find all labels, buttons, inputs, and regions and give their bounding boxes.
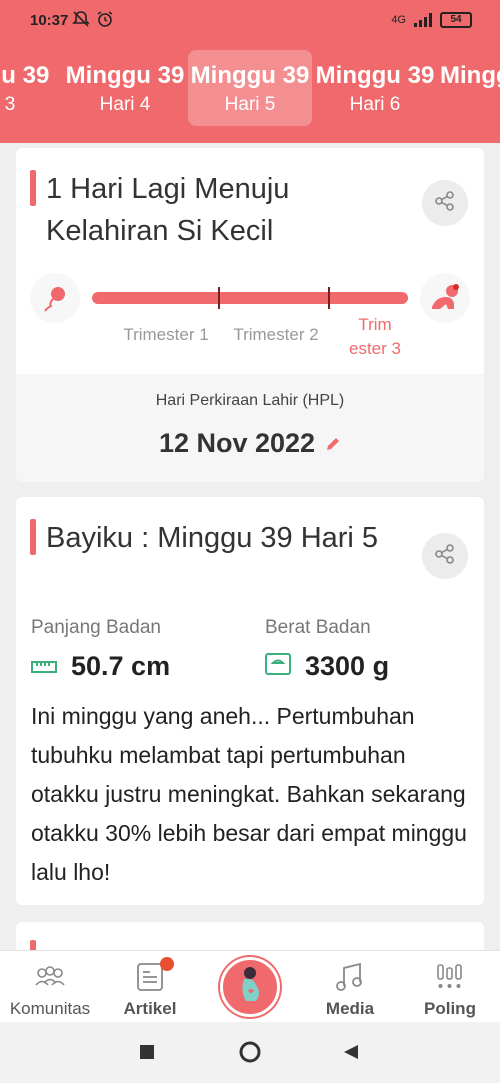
status-time: 10:37 (30, 12, 69, 29)
back-icon[interactable] (343, 1044, 359, 1065)
hpl-date[interactable]: 12 Nov 2022 (159, 428, 341, 459)
share-button[interactable] (422, 180, 468, 226)
music-note-icon (300, 961, 400, 993)
system-navigation (0, 1022, 500, 1083)
trimester-3-label: Trim ester 3 (349, 315, 401, 358)
scale-icon (265, 651, 291, 682)
baby-info-title: Bayiku : Minggu 39 Hari 5 (46, 522, 379, 554)
header: 10:37 4G 54 Minggu 39 Hari 3 Minggu 39 H… (0, 0, 500, 143)
trimester-marker (328, 287, 330, 309)
battery-icon: 54 (440, 12, 472, 28)
bottom-navigation: Komunitas Artikel Media Poling (0, 950, 500, 1022)
length-measure: Panjang Badan 50.7 cm (31, 617, 170, 682)
recents-icon[interactable] (139, 1044, 155, 1065)
countdown-card: 1 Hari Lagi Menuju Kelahiran Si Kecil Tr… (16, 148, 484, 482)
alarm-icon (96, 10, 114, 32)
notification-dot (160, 957, 174, 971)
bell-off-icon (72, 10, 90, 32)
nav-artikel[interactable]: Artikel (100, 957, 200, 1019)
baby-crawl-icon (420, 273, 470, 323)
poll-icon (400, 961, 500, 993)
day-item[interactable]: Minggu (440, 50, 500, 126)
hpl-section: Hari Perkiraan Lahir (HPL) 12 Nov 2022 (16, 374, 484, 482)
trimester-1-label: Trimester 1 (123, 325, 209, 344)
community-icon (0, 961, 100, 993)
home-icon[interactable] (239, 1041, 261, 1068)
pregnancy-timeline: Trimester 1 Trimester 2 Trim ester 3 (30, 273, 470, 363)
hpl-label: Hari Perkiraan Lahir (HPL) (155, 392, 345, 409)
network-label: 4G (391, 14, 406, 26)
share-icon (434, 543, 456, 570)
day-item-selected[interactable]: Minggu 39 Hari 5 (188, 50, 312, 126)
weight-measure: Berat Badan 3300 g (265, 617, 389, 682)
share-button[interactable] (422, 533, 468, 579)
signal-icon (414, 13, 432, 27)
length-value: 50.7 cm (71, 651, 171, 681)
pregnancy-home-button[interactable] (220, 957, 280, 1017)
pencil-edit-icon[interactable] (325, 428, 341, 459)
trimester-marker (218, 287, 220, 309)
nav-poling[interactable]: Poling (400, 961, 500, 1019)
day-item[interactable]: Minggu 39 Hari 3 (0, 50, 52, 126)
nav-media[interactable]: Media (300, 961, 400, 1019)
weight-value: 3300 g (305, 651, 390, 681)
article-icon (100, 957, 200, 993)
weight-label: Berat Badan (265, 617, 371, 638)
title-accent (30, 519, 36, 555)
progress-bar (92, 292, 408, 304)
baby-description: Ini minggu yang aneh... Pertumbuhan tubu… (31, 703, 467, 885)
pregnant-woman-icon (232, 965, 268, 1010)
countdown-title: 1 Hari Lagi Menuju Kelahiran Si Kecil (46, 173, 290, 247)
length-label: Panjang Badan (31, 617, 161, 638)
nav-komunitas[interactable]: Komunitas (0, 961, 100, 1019)
trimester-2-label: Trimester 2 (233, 325, 319, 344)
day-item[interactable]: Minggu 39 Hari 6 (313, 50, 437, 126)
sperm-egg-icon (30, 273, 80, 323)
ruler-icon (31, 651, 57, 682)
title-accent (30, 170, 36, 206)
baby-info-card: Bayiku : Minggu 39 Hari 5 Panjang Badan … (16, 497, 484, 905)
day-selector[interactable]: Minggu 39 Hari 3 Minggu 39 Hari 4 Minggu… (0, 50, 500, 128)
status-bar: 10:37 4G 54 (0, 0, 500, 42)
day-item[interactable]: Minggu 39 Hari 4 (63, 50, 187, 126)
share-icon (434, 190, 456, 217)
